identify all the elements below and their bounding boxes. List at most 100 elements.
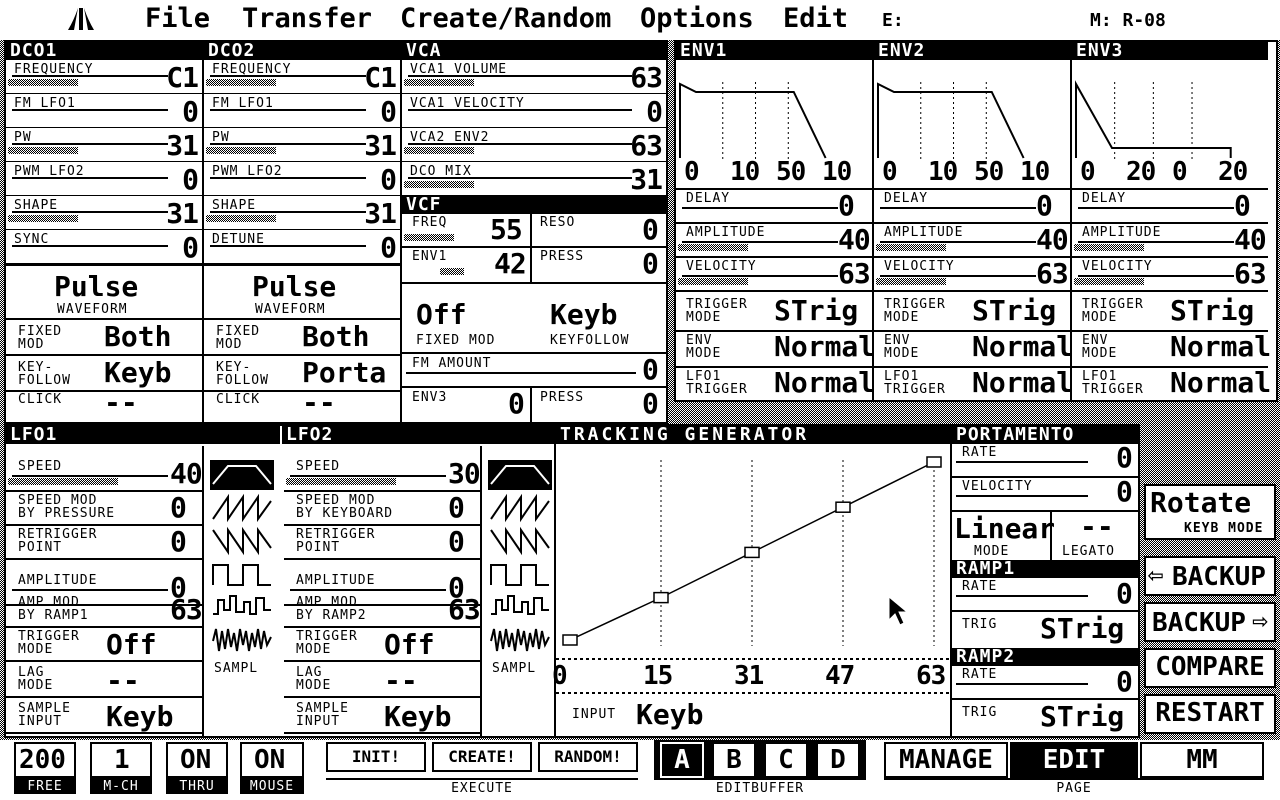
lfo2-trigger_mode-value[interactable]: Off — [384, 630, 435, 660]
tracking-point-handle[interactable] — [562, 634, 578, 646]
restart-button[interactable]: RESTART — [1144, 694, 1276, 734]
page-mm[interactable]: MM — [1140, 742, 1264, 778]
menu-file[interactable]: File — [145, 4, 210, 34]
vcf-reso-value[interactable]: 0 — [642, 214, 659, 246]
ramp1-trig-value[interactable]: STrig — [1040, 614, 1124, 644]
dco1-keyfollow-value[interactable]: Keyb — [104, 358, 171, 388]
lfo1-retrigger-value[interactable]: 0 — [170, 526, 187, 558]
env3-time[interactable]: 20 — [1126, 156, 1156, 188]
dco2-row-value[interactable]: 0 — [380, 232, 397, 264]
tracking-point-handle[interactable] — [835, 501, 851, 513]
vcf-fm-amount-value[interactable]: 0 — [642, 354, 659, 386]
env3-delay-value[interactable]: 0 — [1234, 190, 1251, 222]
env1-time[interactable]: 0 — [684, 156, 700, 188]
env2-time[interactable]: 10 — [1020, 156, 1050, 188]
env2-lfo1_trigger-value[interactable]: Normal — [972, 368, 1073, 398]
env1-lfo1_trigger-value[interactable]: Normal — [774, 368, 875, 398]
env2-velocity-value[interactable]: 63 — [1036, 258, 1069, 290]
dco2-row[interactable]: PWM LFO2 0 — [204, 162, 400, 196]
editbuffer-c[interactable]: C — [764, 742, 808, 778]
dco1-row[interactable]: FM LFO1 0 — [6, 94, 202, 128]
env3-env_mode-value[interactable]: Normal — [1170, 332, 1271, 362]
dco2-row-value[interactable]: 31 — [364, 130, 397, 162]
tracking-point-handle[interactable] — [744, 546, 760, 559]
tracking-input-value[interactable]: Keyb — [636, 700, 703, 730]
dco2-keyfollow-value[interactable]: Porta — [302, 358, 386, 388]
env1-amplitude-value[interactable]: 40 — [838, 224, 871, 256]
lfo2-lag_mode-value[interactable]: -- — [384, 666, 418, 696]
vca-row[interactable]: VCA1 VOLUME 63 — [402, 60, 666, 94]
tracking-point-handle[interactable] — [926, 456, 942, 468]
vca-row-value[interactable]: 0 — [646, 96, 663, 128]
dco1-row-value[interactable]: 0 — [182, 232, 199, 264]
vcf-env1-value[interactable]: 42 — [494, 248, 527, 280]
env1-trigger_mode-value[interactable]: STrig — [774, 296, 858, 326]
editbuffer-d[interactable]: D — [816, 742, 860, 778]
dco2-fixed-mod-value[interactable]: Both — [302, 322, 369, 352]
env1-velocity-value[interactable]: 63 — [838, 258, 871, 290]
menu-create-random[interactable]: Create/Random — [400, 4, 611, 34]
editbuffer-a[interactable]: A — [660, 742, 704, 778]
page-manage[interactable]: MANAGE — [884, 742, 1008, 778]
env2-time[interactable]: 50 — [974, 156, 1004, 188]
dco1-waveform-value[interactable]: Pulse — [54, 272, 138, 302]
vcf-env3-value[interactable]: 0 — [508, 388, 525, 420]
page-edit[interactable]: EDIT — [1010, 742, 1138, 778]
vcf-freq-value[interactable]: 55 — [490, 214, 523, 246]
env1-time[interactable]: 50 — [776, 156, 806, 188]
editbuffer-b[interactable]: B — [712, 742, 756, 778]
lfo2-amp_mod-value[interactable]: 63 — [448, 594, 481, 626]
dco1-row[interactable]: PWM LFO2 0 — [6, 162, 202, 196]
init-button[interactable]: INIT! — [326, 742, 426, 772]
env3-amplitude-value[interactable]: 40 — [1234, 224, 1267, 256]
env2-env_mode-value[interactable]: Normal — [972, 332, 1073, 362]
lfo1-lag_mode-value[interactable]: -- — [106, 666, 140, 696]
dco2-row[interactable]: DETUNE 0 — [204, 230, 400, 264]
dco2-row-value[interactable]: C1 — [364, 62, 397, 94]
env2-time[interactable]: 10 — [928, 156, 958, 188]
backup-right-button[interactable]: BACKUP ⇨ — [1144, 602, 1276, 642]
portamento-velocity-value[interactable]: 0 — [1116, 476, 1133, 508]
env3-time[interactable]: 0 — [1172, 156, 1188, 188]
tracking-point-handle[interactable] — [653, 591, 669, 604]
tracking-point-value[interactable]: 0 — [552, 660, 568, 692]
env1-time[interactable]: 10 — [730, 156, 760, 188]
dco1-row[interactable]: SYNC 0 — [6, 230, 202, 264]
vca-row[interactable]: VCA1 VELOCITY 0 — [402, 94, 666, 128]
vca-row-value[interactable]: 63 — [630, 130, 663, 162]
dco1-row[interactable]: SHAPE 31 — [6, 196, 202, 230]
thru-box[interactable]: ON — [166, 742, 228, 778]
dco1-row-value[interactable]: C1 — [166, 62, 199, 94]
vcf-press2-value[interactable]: 0 — [642, 388, 659, 420]
vca-row-value[interactable]: 31 — [630, 164, 663, 196]
lfo1-speed_mod-value[interactable]: 0 — [170, 492, 187, 524]
atari-logo-icon[interactable] — [64, 6, 98, 32]
dco1-row[interactable]: FREQUENCY C1 — [6, 60, 202, 94]
tracking-point-value[interactable]: 47 — [825, 660, 855, 692]
dco2-waveform-value[interactable]: Pulse — [252, 272, 336, 302]
lfo2-speed-value[interactable]: 30 — [448, 458, 481, 490]
dco1-row-value[interactable]: 31 — [166, 198, 199, 230]
env1-env_mode-value[interactable]: Normal — [774, 332, 875, 362]
env2-amplitude-value[interactable]: 40 — [1036, 224, 1069, 256]
dco2-row[interactable]: FM LFO1 0 — [204, 94, 400, 128]
env3-time[interactable]: 0 — [1080, 156, 1096, 188]
dco2-row[interactable]: SHAPE 31 — [204, 196, 400, 230]
vcf-keyfollow-value[interactable]: Keyb — [550, 300, 617, 330]
tracking-point-value[interactable]: 15 — [643, 660, 673, 692]
random-button[interactable]: RANDOM! — [538, 742, 638, 772]
rotate-keyb-mode-button[interactable]: Rotate KEYB MODE — [1144, 484, 1276, 540]
ramp1-rate-value[interactable]: 0 — [1116, 578, 1133, 610]
env1-delay-value[interactable]: 0 — [838, 190, 855, 222]
lfo2-retrigger-value[interactable]: 0 — [448, 526, 465, 558]
dco1-fixed-mod-value[interactable]: Both — [104, 322, 171, 352]
env2-time[interactable]: 0 — [882, 156, 898, 188]
vcf-fixed-mod-value[interactable]: Off — [416, 300, 467, 330]
dco2-row-value[interactable]: 0 — [380, 164, 397, 196]
lfo1-waveform-selector[interactable] — [210, 458, 274, 658]
mouse-box[interactable]: ON — [240, 742, 304, 778]
lfo2-sample_input-value[interactable]: Keyb — [384, 702, 451, 732]
create-button[interactable]: CREATE! — [432, 742, 532, 772]
lfo2-speed_mod-value[interactable]: 0 — [448, 492, 465, 524]
ramp2-trig-value[interactable]: STrig — [1040, 702, 1124, 732]
